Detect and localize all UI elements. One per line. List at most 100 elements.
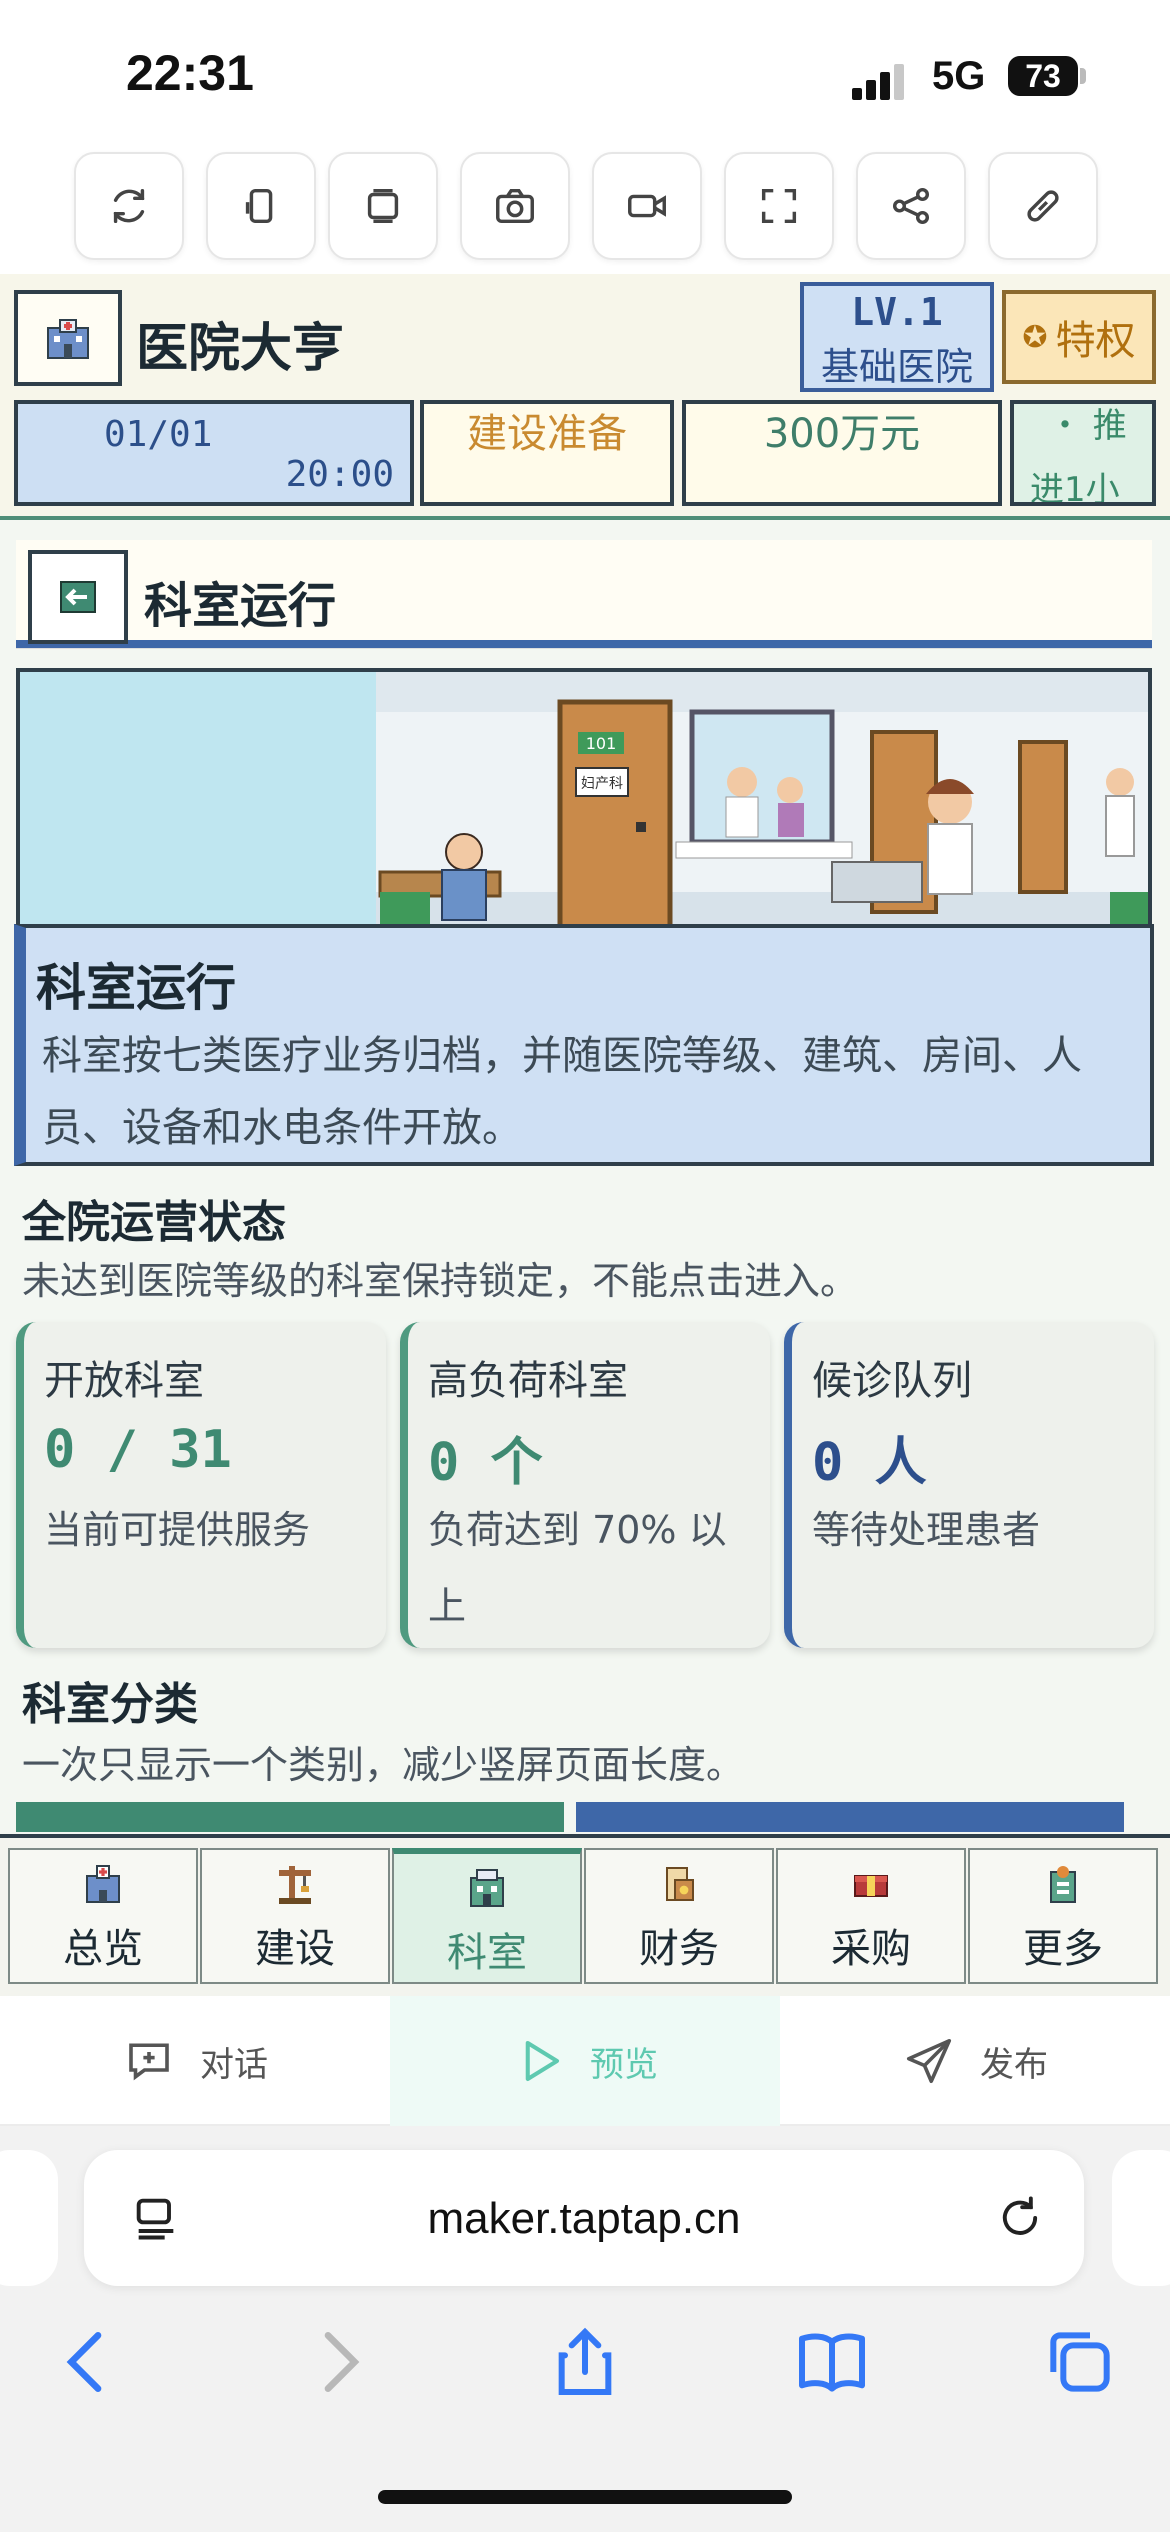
link-icon [1027, 190, 1059, 222]
section-title: 科室运行 [144, 578, 337, 634]
play-icon [525, 2040, 560, 2082]
screenshot-button[interactable] [460, 152, 570, 260]
battery-icon: 73 [1008, 56, 1078, 96]
chat-icon [129, 2043, 169, 2081]
back-button[interactable] [28, 550, 128, 644]
card-label: 开放科室 [44, 1358, 204, 1404]
banner-title: 科室运行 [36, 959, 236, 1017]
hospital-level-badge[interactable]: LV.1 基础医院 [800, 282, 994, 392]
game-date: 01/01 [104, 414, 213, 455]
back-arrow-icon [60, 581, 96, 613]
overview-heading: 全院运营状态 [22, 1197, 286, 1248]
more-icon [1050, 1866, 1076, 1903]
bookmarks-icon[interactable] [792, 2322, 872, 2402]
banner-description: 科室按七类医疗业务归档，并随医院等级、建筑、房间、人员、设备和水电条件开放。 [42, 1033, 1082, 1151]
categories-heading: 科室分类 [22, 1679, 198, 1730]
hospital-icon [47, 319, 89, 359]
waiting-queue-card: 候诊队列 0 人 等待处理患者 [784, 1322, 1154, 1648]
card-label: 候诊队列 [812, 1358, 972, 1404]
fullscreen-icon [761, 188, 797, 224]
crane-icon [279, 1866, 311, 1904]
preview-label: 预览 [590, 2044, 658, 2085]
hospital-icon [86, 1865, 120, 1903]
department-icon [470, 1869, 504, 1907]
card-value: 0 人 [812, 1433, 927, 1493]
advance-label-1: ・ 推 [1048, 406, 1127, 446]
nav-label: 建设 [255, 1926, 335, 1972]
department-banner-image: 101 妇产科 [16, 668, 1152, 928]
box-icon [854, 1875, 888, 1897]
level-name: 基础医院 [820, 345, 973, 389]
url-text: maker.taptap.cn [427, 2194, 741, 2243]
refresh-icon [113, 188, 145, 224]
cellular-signal-icon [852, 60, 914, 100]
video-icon [628, 194, 666, 218]
link-button[interactable] [988, 152, 1098, 260]
reload-icon [1002, 2196, 1038, 2235]
network-type: 5G [932, 54, 986, 98]
privilege-label: 特权 [1055, 318, 1136, 364]
high-load-departments-card: 高负荷科室 0 个 负荷达到 70% 以上 [400, 1322, 770, 1648]
open-departments-card: 开放科室 0 / 31 当前可提供服务 [16, 1322, 386, 1648]
card-note: 负荷达到 70% 以上 [428, 1508, 727, 1628]
forward-icon [324, 2332, 360, 2392]
next-tab-peek[interactable] [1112, 2150, 1170, 2286]
battery-tip [1080, 68, 1086, 84]
share-sheet-icon[interactable] [545, 2322, 625, 2402]
previous-tab-peek[interactable] [0, 2150, 58, 2286]
tabs-icon[interactable] [1040, 2322, 1120, 2402]
level-number: LV.1 [851, 290, 943, 334]
card-note: 当前可提供服务 [44, 1508, 311, 1552]
card-note: 等待处理患者 [812, 1508, 1041, 1552]
card-value: 0 个 [428, 1433, 543, 1493]
hospital-logo [14, 290, 122, 386]
rotate-button[interactable] [206, 152, 316, 260]
categories-subtitle: 一次只显示一个类别，减少竖屏页面长度。 [22, 1743, 745, 1787]
advance-label-2: 进1小 [1030, 470, 1120, 506]
publish-tab[interactable]: 发布 [780, 1996, 1170, 2126]
money-icon [666, 1867, 694, 1901]
category-tab-2[interactable] [576, 1802, 1124, 1832]
send-icon [906, 2038, 952, 2084]
nav-departments[interactable]: 科室 [392, 1848, 582, 1984]
publish-label: 发布 [980, 2044, 1048, 2085]
preview-tab[interactable]: 预览 [390, 1996, 780, 2126]
record-button[interactable] [592, 152, 702, 260]
advance-time-button[interactable]: ・ 推 进1小 [1010, 400, 1156, 506]
nav-build[interactable]: 建设 [200, 1848, 390, 1984]
category-tab-1[interactable] [16, 1802, 564, 1832]
nav-overview[interactable]: 总览 [8, 1848, 198, 1984]
copy-icon [367, 188, 399, 224]
camera-icon [496, 188, 534, 224]
door-sign-text: 妇产科 [581, 775, 623, 792]
game-phase: 建设准备 [420, 400, 674, 506]
fullscreen-button[interactable] [724, 152, 834, 260]
door-number-text: 101 [586, 734, 617, 753]
overview-subtitle: 未达到医院等级的科室保持锁定，不能点击进入。 [22, 1259, 859, 1303]
home-indicator [378, 2490, 792, 2504]
game-title: 医院大亨 [136, 319, 345, 379]
refresh-button[interactable] [74, 152, 184, 260]
nav-label: 财务 [639, 1926, 719, 1972]
nav-finance[interactable]: 财务 [584, 1848, 774, 1984]
chat-tab[interactable]: 对话 [0, 1996, 390, 2126]
card-label: 高负荷科室 [428, 1358, 628, 1404]
status-time: 22:31 [126, 45, 254, 101]
nav-more[interactable]: 更多 [968, 1848, 1158, 1984]
money-display: 300万元 [682, 400, 1002, 506]
card-value: 0 / 31 [44, 1420, 232, 1480]
chat-label: 对话 [200, 2044, 268, 2085]
back-icon[interactable] [48, 2322, 128, 2402]
share-icon [892, 187, 930, 225]
rotate-icon [245, 188, 273, 224]
copy-button[interactable] [328, 152, 438, 260]
game-clock: 01/01 20:00 [14, 400, 414, 506]
share-button[interactable] [856, 152, 966, 260]
hospital-corridor-illustration: 101 妇产科 [20, 672, 1148, 928]
nav-purchase[interactable]: 采购 [776, 1848, 966, 1984]
nav-label: 科室 [447, 1930, 527, 1976]
nav-label: 更多 [1023, 1926, 1103, 1972]
privilege-button[interactable]: ✪ 特权 [1002, 290, 1156, 384]
star-icon: ✪ [1022, 319, 1048, 355]
nav-label: 总览 [63, 1926, 143, 1972]
